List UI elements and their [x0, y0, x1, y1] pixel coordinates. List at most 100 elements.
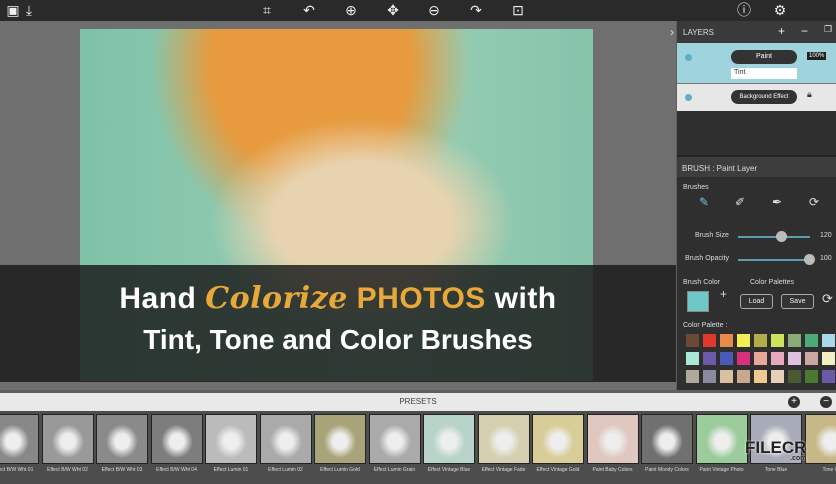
blend-mode-select[interactable]: Tint	[731, 68, 797, 79]
visibility-icon[interactable]	[685, 54, 692, 61]
preset-label: Tone Blue	[764, 467, 788, 473]
palette-swatch[interactable]	[822, 334, 835, 347]
palette-swatch[interactable]	[771, 334, 784, 347]
preset-thumbnail[interactable]: Paint Moody Colors	[641, 414, 693, 473]
add-color-button[interactable]: +	[720, 287, 727, 301]
duplicate-layer-button[interactable]: ❐	[824, 24, 832, 35]
load-palette-button[interactable]: Load	[740, 294, 773, 309]
palette-swatch[interactable]	[805, 334, 818, 347]
preset-thumbnail[interactable]: Effect Vintage Gold	[532, 414, 584, 473]
preset-image	[804, 414, 836, 464]
palette-swatch[interactable]	[788, 334, 801, 347]
brush-size-slider[interactable]	[738, 231, 810, 242]
brush-opacity-label: Brush Opacity	[685, 255, 729, 262]
eraser-brush-icon[interactable]: ✐	[735, 195, 745, 209]
zoom-in-icon[interactable]: ⊕	[342, 2, 360, 19]
layer-opacity[interactable]: 100%	[807, 52, 827, 60]
palette-swatch[interactable]	[686, 334, 699, 347]
layer-background-effect[interactable]: Background Effect 🔒︎	[677, 84, 836, 111]
preset-thumbnail[interactable]: Effect B/W Wht 04	[150, 414, 203, 473]
save-palette-button[interactable]: Save	[781, 294, 814, 309]
palette-swatch[interactable]	[805, 370, 818, 383]
palette-swatch[interactable]	[754, 370, 767, 383]
preset-label: Effect Vintage Blue	[427, 467, 471, 473]
preset-thumbnail[interactable]: Effect B/W Wht 02	[41, 414, 94, 473]
preset-label: Effect B/W Wht 03	[101, 467, 143, 473]
palette-swatch[interactable]	[737, 334, 750, 347]
preset-label: Tone G	[822, 467, 836, 473]
toolbar: ▣ ⤓ ⌗ ↶ ⊕ ✥ ⊖ ↷ ⊡ ⓘ ⚙	[0, 0, 836, 21]
color-picker-icon[interactable]: ✒	[772, 195, 782, 209]
preset-thumbnail[interactable]: Effect B/W Wht 01	[0, 414, 39, 473]
palette-swatch[interactable]	[720, 352, 733, 365]
add-preset-button[interactable]: +	[788, 396, 800, 408]
palette-swatch[interactable]	[822, 370, 835, 383]
rotate-right-icon[interactable]: ↷	[467, 2, 485, 19]
palette-swatch[interactable]	[737, 352, 750, 365]
palette-swatch[interactable]	[754, 352, 767, 365]
settings-icon[interactable]: ⚙	[771, 2, 789, 19]
palette-swatch[interactable]	[720, 370, 733, 383]
fit-screen-icon[interactable]: ⊡	[509, 2, 527, 19]
palette-swatch[interactable]	[788, 370, 801, 383]
preset-image	[0, 414, 39, 464]
layer-paint[interactable]: Paint 100% Tint	[677, 43, 836, 84]
palette-swatch[interactable]	[771, 370, 784, 383]
image-canvas[interactable]: › Hand Colorize PHOTOS with Tint, Tone a…	[0, 21, 676, 390]
preset-thumbnail[interactable]: Effect B/W Wht 03	[96, 414, 148, 473]
remove-preset-button[interactable]: −	[820, 396, 832, 408]
layer-name: Background Effect	[731, 90, 797, 104]
palette-swatch[interactable]	[686, 370, 699, 383]
palette-swatch[interactable]	[737, 370, 750, 383]
zoom-out-icon[interactable]: ⊖	[425, 2, 443, 19]
crop-icon[interactable]: ⌗	[258, 2, 276, 19]
preset-image	[695, 414, 748, 464]
preset-image	[477, 414, 530, 464]
save-icon[interactable]: ⤓	[20, 2, 38, 19]
preset-thumbnail[interactable]: Effect Vintage Fade	[477, 414, 530, 473]
preset-label: Paint Moody Colors	[645, 467, 689, 473]
preset-image	[96, 414, 148, 464]
layer-name: Paint	[731, 50, 797, 64]
palette-swatch[interactable]	[788, 352, 801, 365]
palette-swatch[interactable]	[805, 352, 818, 365]
add-layer-button[interactable]: +	[778, 24, 785, 38]
visibility-icon[interactable]	[685, 94, 692, 101]
refresh-palette-icon[interactable]: ⟳	[822, 291, 833, 307]
preset-thumbnail[interactable]: Effect Lumin Grain	[368, 414, 421, 473]
palette-swatch[interactable]	[771, 352, 784, 365]
info-icon[interactable]: ⓘ	[735, 2, 753, 19]
reset-icon[interactable]: ⟳	[809, 195, 819, 209]
palette-swatch[interactable]	[703, 352, 716, 365]
preset-image	[532, 414, 584, 464]
preset-thumbnail[interactable]: Paint Vintage Photo	[695, 414, 748, 473]
collapse-panel-icon[interactable]: ›	[670, 25, 674, 39]
slider-knob[interactable]	[804, 254, 815, 265]
preset-thumbnail[interactable]: Effect Lumin 01	[205, 414, 257, 473]
layers-title: LAYERS	[683, 28, 714, 37]
color-palette-grid	[686, 334, 835, 383]
preset-label: Effect B/W Wht 04	[156, 467, 197, 473]
preset-image	[205, 414, 257, 464]
banner-word: Hand	[119, 282, 206, 315]
palette-swatch[interactable]	[720, 334, 733, 347]
paint-brush-icon[interactable]: ✎	[699, 195, 709, 209]
banner-colorize: Colorize	[205, 281, 348, 316]
preset-thumbnail[interactable]: Effect Lumin Gold	[314, 414, 366, 473]
preset-thumbnail[interactable]: Effect Vintage Blue	[423, 414, 475, 473]
brush-opacity-slider[interactable]	[738, 254, 815, 265]
palette-swatch[interactable]	[686, 352, 699, 365]
palette-swatch[interactable]	[703, 370, 716, 383]
preset-thumbnail[interactable]: Tone G	[804, 414, 836, 473]
palette-swatch[interactable]	[703, 334, 716, 347]
preset-thumbnail[interactable]: Paint Baby Colors	[586, 414, 639, 473]
remove-layer-button[interactable]: −	[801, 24, 808, 38]
palette-swatch[interactable]	[822, 352, 835, 365]
slider-knob[interactable]	[776, 231, 788, 242]
brush-color-swatch[interactable]	[687, 291, 709, 312]
rotate-left-icon[interactable]: ↶	[300, 2, 318, 19]
move-icon[interactable]: ✥	[384, 2, 402, 19]
lock-icon[interactable]: 🔒︎	[807, 89, 812, 100]
preset-thumbnail[interactable]: Effect Lumin 02	[259, 414, 312, 473]
palette-swatch[interactable]	[754, 334, 767, 347]
